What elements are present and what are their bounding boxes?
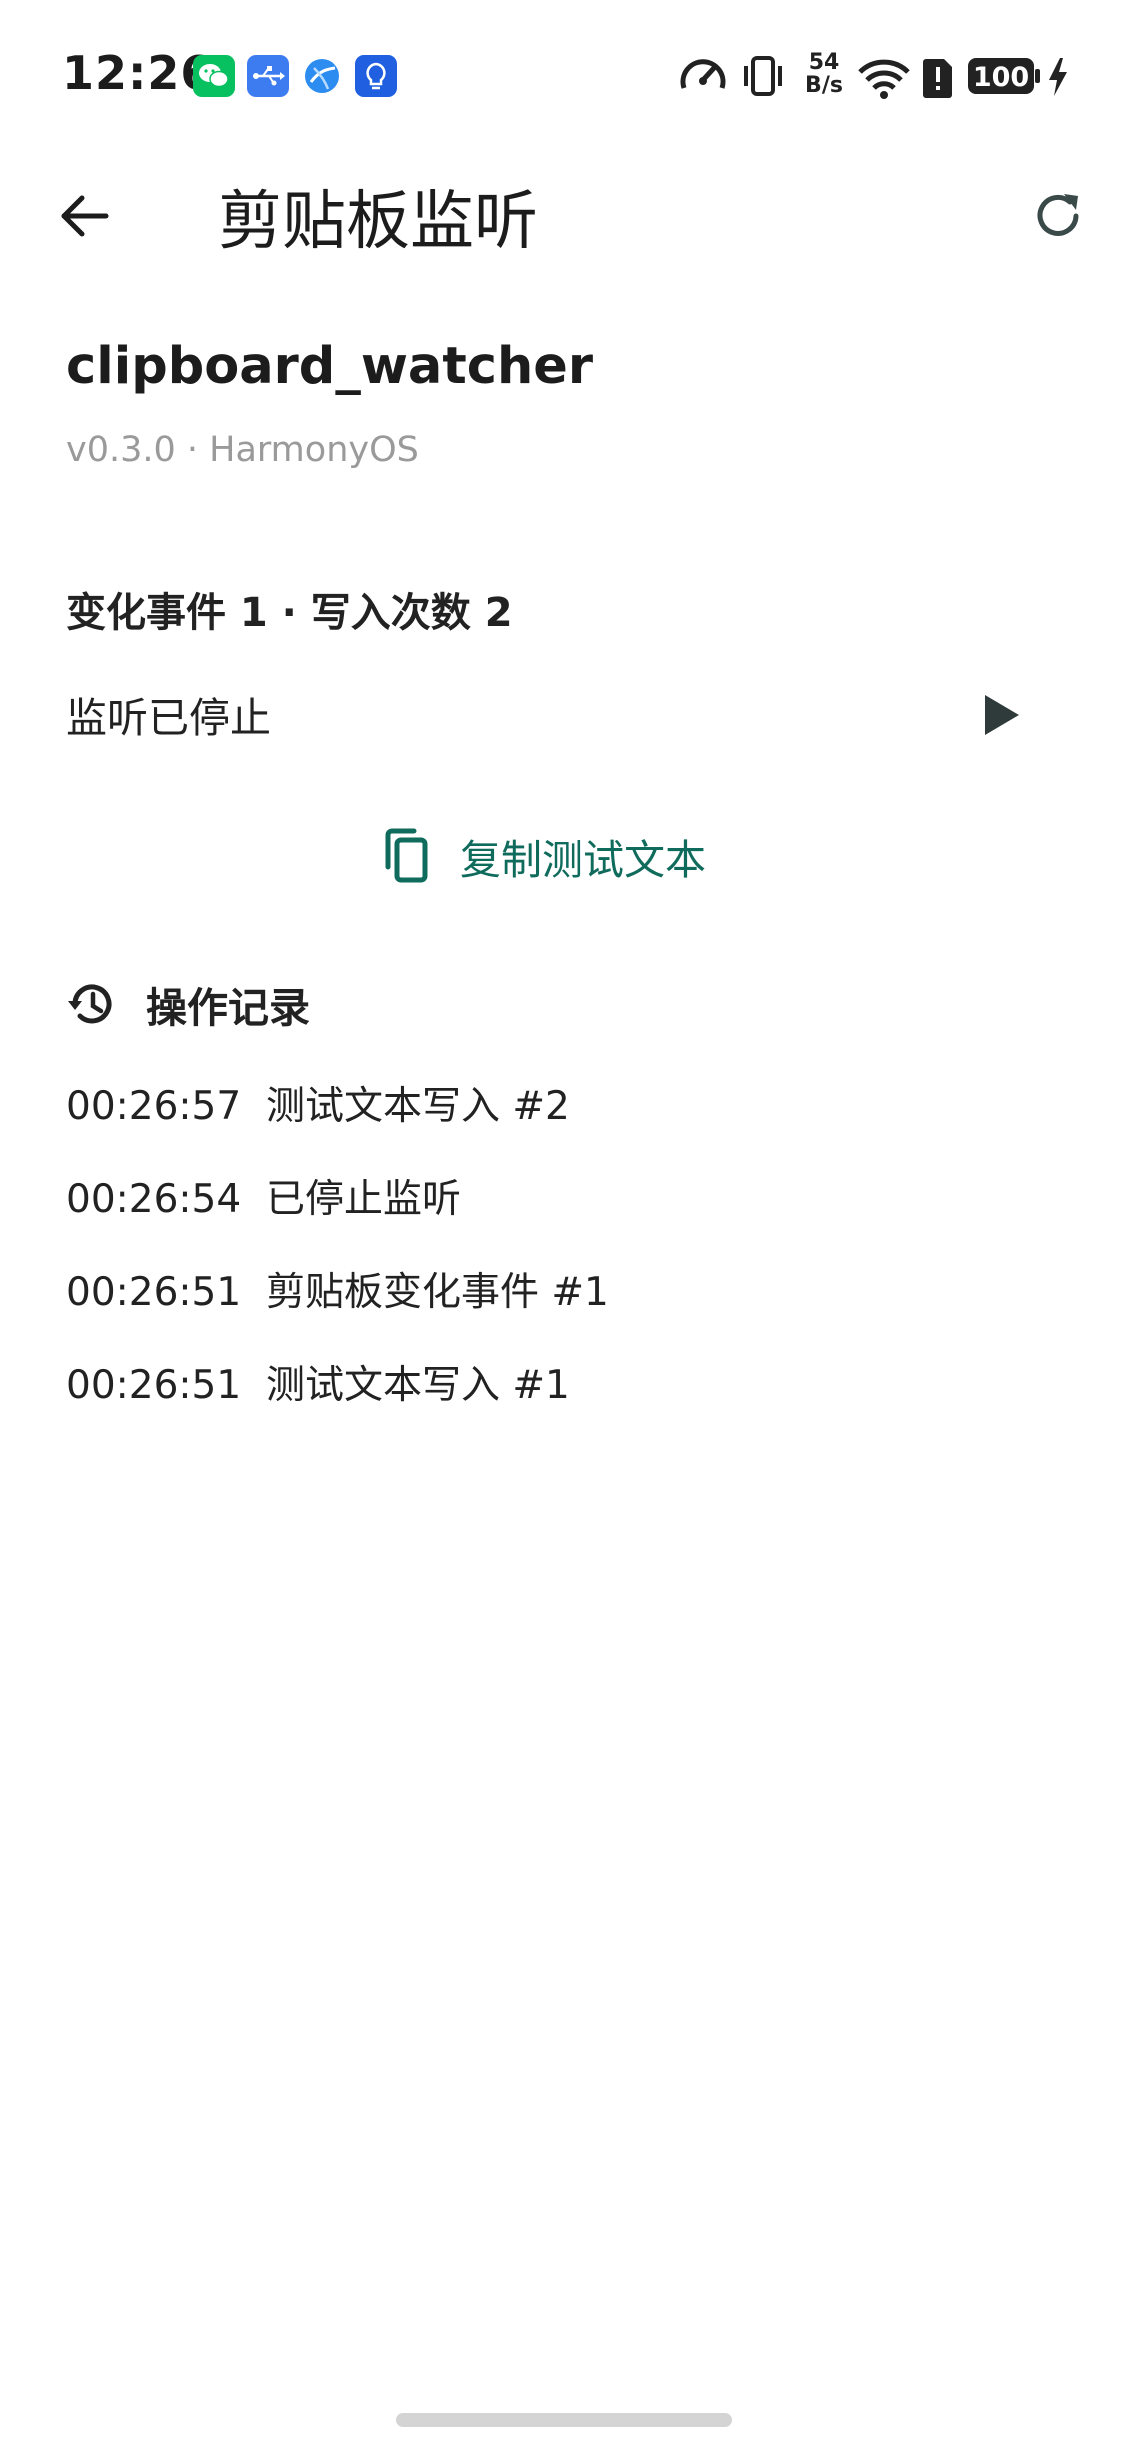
log-item: 00:26:54 已停止监听 [66, 1168, 1046, 1261]
refresh-icon [1037, 194, 1079, 236]
data-saver-icon [678, 50, 728, 102]
vibrate-icon [738, 50, 788, 102]
log-time: 00:26:57 [66, 1084, 242, 1129]
usb-icon [247, 55, 289, 97]
charging-icon [1046, 50, 1070, 102]
battery-level: 100 [972, 62, 1030, 93]
net-speed-value: 54 [808, 50, 840, 75]
wifi-icon [856, 50, 912, 102]
start-listen-button[interactable] [966, 680, 1036, 750]
toolbar: 剪贴板监听 [0, 150, 1128, 280]
wechat-icon [193, 55, 235, 97]
log-text: 测试文本写入 #1 [265, 1363, 570, 1408]
log-text: 已停止监听 [265, 1177, 461, 1222]
net-speed-unit: B/s [805, 73, 843, 98]
log-time: 00:26:54 [66, 1177, 242, 1222]
battery-icon: 100 [966, 50, 1042, 102]
play-icon [985, 695, 1019, 735]
listen-status-row: 监听已停止 [66, 680, 1036, 750]
log-title: 操作记录 [146, 984, 310, 1032]
back-button[interactable] [46, 178, 122, 254]
log-text: 测试文本写入 #2 [265, 1084, 570, 1129]
plugin-name: clipboard_watcher [66, 337, 594, 396]
bulb-app-icon [355, 55, 397, 97]
log-item: 00:26:51 测试文本写入 #1 [66, 1354, 1046, 1447]
log-text: 剪贴板变化事件 #1 [265, 1270, 609, 1315]
status-time: 12:26 [62, 46, 214, 100]
browser-icon [301, 55, 343, 97]
sim-alert-icon [920, 50, 956, 102]
page-title: 剪贴板监听 [218, 185, 538, 259]
log-list: 00:26:57 测试文本写入 #2 00:26:54 已停止监听 00:26:… [66, 1075, 1046, 1447]
copy-test-text-button[interactable]: 复制测试文本 [380, 818, 706, 894]
log-time: 00:26:51 [66, 1270, 242, 1315]
plugin-meta: v0.3.0 · HarmonyOS [66, 430, 419, 470]
log-time: 00:26:51 [66, 1363, 242, 1408]
home-indicator[interactable] [396, 2413, 732, 2427]
net-speed-icon: 54 B/s [800, 52, 848, 104]
log-item: 00:26:57 测试文本写入 #2 [66, 1075, 1046, 1168]
log-item: 00:26:51 剪贴板变化事件 #1 [66, 1261, 1046, 1354]
history-icon [68, 984, 112, 1024]
event-counts: 变化事件 1 · 写入次数 2 [66, 590, 513, 636]
arrow-left-icon [61, 195, 109, 237]
log-header: 操作记录 [66, 972, 310, 1036]
copy-test-text-label: 复制测试文本 [460, 836, 706, 884]
status-bar: 12:26 54 B/s 100 [0, 0, 1128, 150]
listen-status-text: 监听已停止 [66, 694, 271, 742]
refresh-button[interactable] [1020, 178, 1096, 254]
copy-icon [385, 828, 428, 883]
